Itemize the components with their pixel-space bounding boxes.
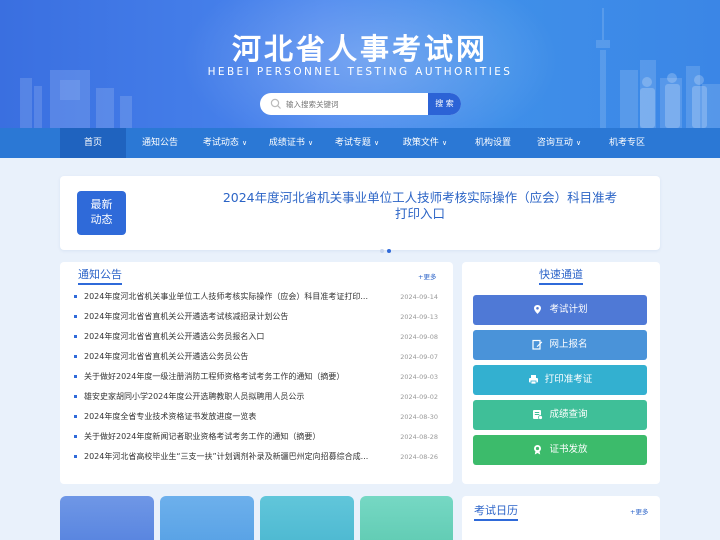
bullet	[74, 335, 77, 338]
chevron-down-icon: ∨	[441, 139, 448, 147]
list-item[interactable]: 2024年度河北省省直机关公开遴选公务员报名入口 2024-09-08	[74, 330, 444, 350]
search-bar: 搜 索	[260, 93, 461, 115]
list-item[interactable]: 2024年河北省高校毕业生“三支一扶”计划调剂补录及新疆巴州定向招募综合成...…	[74, 450, 444, 470]
main-nav: 首页 通知公告 考试动态 ∨ 成绩证书 ∨ 考试专题 ∨ 政策文件 ∨ 机构设置 咨询互…	[0, 128, 720, 158]
search-button[interactable]: 搜 索	[428, 93, 461, 115]
map-pin-icon	[534, 305, 542, 314]
nav-policy-documents[interactable]: 政策文件 ∨	[392, 128, 458, 158]
site-title: 河北省人事考试网	[231, 32, 488, 66]
notices-title: 通知公告	[78, 268, 122, 281]
feature-tile[interactable]	[260, 496, 354, 540]
title-underline	[78, 283, 122, 285]
header-banner: 河北省人事考试网 HEBEI PERSONNEL TESTING AUTHORI…	[0, 0, 720, 128]
bullet	[74, 355, 77, 358]
latest-news-headline[interactable]: 2024年度河北省机关事业单位工人技师考核实际操作（应会）科目准考 打印入口	[210, 190, 630, 222]
list-item[interactable]: 2024年度河北省机关事业单位工人技师考核实际操作（应会）科目准考证打印... 2…	[74, 290, 444, 310]
nav-home[interactable]: 首页	[60, 128, 126, 158]
exam-calendar-panel: 考试日历 +更多	[462, 496, 660, 540]
certificate-icon	[534, 445, 542, 455]
nav-scores-certificates[interactable]: 成绩证书 ∨	[258, 128, 324, 158]
nav-consultation[interactable]: 咨询互动 ∨	[526, 128, 592, 158]
list-item[interactable]: 2024年度河北省省直机关公开遴选考试核减招录计划公告 2024-09-13	[74, 310, 444, 330]
exam-calendar-title: 考试日历	[474, 504, 518, 517]
list-item[interactable]: 关于做好2024年度新闻记者职业资格考试考务工作的通知（摘要） 2024-08-2…	[74, 430, 444, 450]
certificate-issuance-button[interactable]: 证书发放	[473, 435, 647, 465]
bullet	[74, 455, 77, 458]
online-registration-button[interactable]: 网上报名	[473, 330, 647, 360]
quick-access-panel: 快速通道 考试计划 网上报名 打印准考证 成绩查询 证书发放	[462, 262, 660, 484]
carousel-dot[interactable]	[380, 249, 384, 253]
carousel-dot-active[interactable]	[387, 249, 391, 253]
chevron-down-icon: ∨	[307, 139, 314, 147]
title-underline	[539, 283, 583, 285]
site-subtitle: HEBEI PERSONNEL TESTING AUTHORITIES	[207, 66, 513, 78]
print-admission-ticket-button[interactable]: 打印准考证	[473, 365, 647, 395]
nav-organization[interactable]: 机构设置	[462, 128, 524, 158]
quick-access-title: 快速通道	[539, 268, 583, 281]
nav-exam-topics[interactable]: 考试专题 ∨	[324, 128, 390, 158]
exam-plan-button[interactable]: 考试计划	[473, 295, 647, 325]
list-item[interactable]: 关于做好2024年度一级注册消防工程师资格考试考务工作的通知（摘要） 2024-0…	[74, 370, 444, 390]
edit-icon	[532, 339, 543, 350]
nav-notices[interactable]: 通知公告	[128, 128, 192, 158]
feature-tile[interactable]	[160, 496, 254, 540]
carousel-dots	[380, 238, 394, 257]
nav-computer-exam[interactable]: 机考专区	[594, 128, 660, 158]
notices-more-link[interactable]: +更多	[418, 271, 436, 281]
chevron-down-icon: ∨	[241, 139, 248, 147]
latest-news-tag: 最新 动态	[77, 191, 126, 235]
search-input[interactable]	[286, 96, 426, 112]
scores-icon	[533, 410, 544, 420]
nav-exam-news[interactable]: 考试动态 ∨	[192, 128, 258, 158]
search-icon	[270, 98, 281, 109]
list-item[interactable]: 雄安史家胡同小学2024年度公开选聘教职人员拟聘用人员公示 2024-09-02	[74, 390, 444, 410]
bullet	[74, 435, 77, 438]
feature-tile[interactable]	[360, 496, 453, 540]
bullet	[74, 415, 77, 418]
notices-list: 2024年度河北省机关事业单位工人技师考核实际操作（应会）科目准考证打印... 2…	[74, 290, 444, 470]
list-item[interactable]: 2024年度河北省省直机关公开遴选公务员公告 2024-09-07	[74, 350, 444, 370]
chevron-down-icon: ∨	[373, 139, 380, 147]
latest-news-card: 最新 动态 2024年度河北省机关事业单位工人技师考核实际操作（应会）科目准考 …	[60, 176, 660, 253]
list-item[interactable]: 2024年度全省专业技术资格证书发放进度一览表 2024-08-30	[74, 410, 444, 430]
bullet	[74, 315, 77, 318]
notices-panel: 通知公告 +更多 2024年度河北省机关事业单位工人技师考核实际操作（应会）科目…	[60, 262, 453, 484]
chevron-down-icon: ∨	[575, 139, 582, 147]
bullet	[74, 295, 77, 298]
bullet	[74, 395, 77, 398]
calendar-more-link[interactable]: +更多	[630, 506, 648, 516]
bullet	[74, 375, 77, 378]
printer-icon	[528, 375, 538, 385]
score-inquiry-button[interactable]: 成绩查询	[473, 400, 647, 430]
feature-tile[interactable]	[60, 496, 154, 540]
title-underline	[474, 519, 518, 521]
